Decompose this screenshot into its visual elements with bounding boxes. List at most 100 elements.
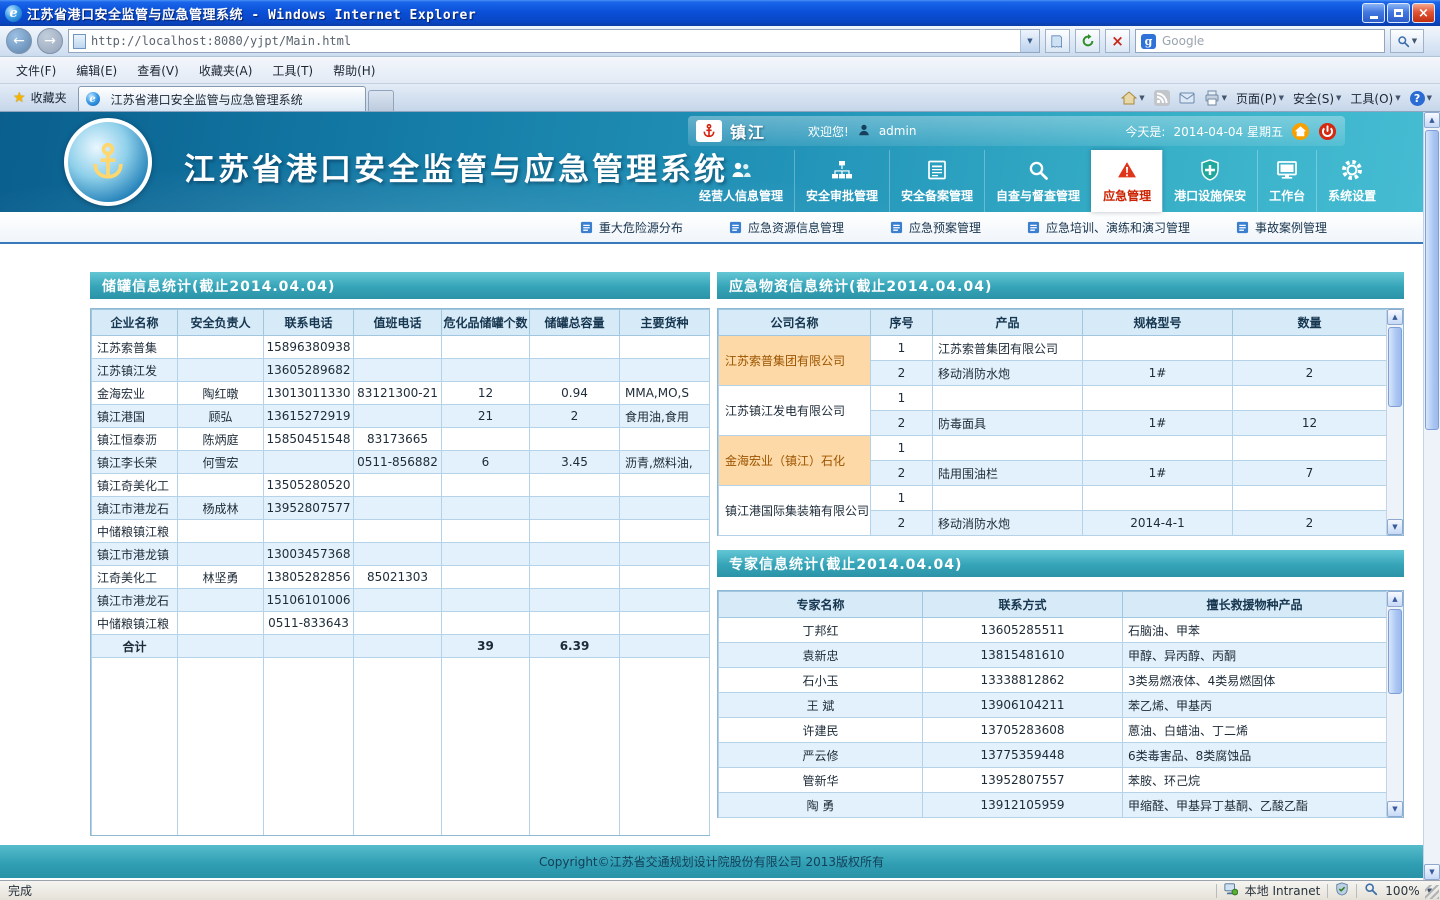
logout-icon[interactable] [1318, 122, 1337, 141]
maximize-button[interactable] [1387, 3, 1410, 23]
print-button[interactable]: ▼ [1204, 90, 1227, 106]
forward-button[interactable]: → [37, 28, 63, 54]
scroll-down-icon[interactable]: ▼ [1424, 864, 1440, 880]
nav-item-label: 自查与督查管理 [996, 187, 1080, 204]
scroll-thumb[interactable] [1388, 327, 1402, 407]
url-text[interactable]: http://localhost:8080/yjpt/Main.html [91, 34, 1020, 48]
table-cell [178, 336, 264, 359]
search-placeholder[interactable]: Google [1162, 34, 1379, 48]
table-cell: 7 [1233, 461, 1387, 486]
nav-item[interactable]: 港口设施保安 [1162, 150, 1257, 212]
nav-item[interactable]: 系统设置 [1316, 150, 1387, 212]
table-cell: 0511-856882 [354, 451, 442, 474]
home-button[interactable]: ▼ [1121, 90, 1144, 106]
menu-item[interactable]: 工具(T) [262, 58, 323, 83]
refresh-button[interactable] [1075, 29, 1100, 53]
table-cell [264, 658, 354, 836]
subnav-item[interactable]: 应急资源信息管理 [729, 219, 844, 236]
url-dropdown-button[interactable]: ▼ [1020, 30, 1039, 52]
tank-table-body: 江苏索普集15896380938江苏镇江发13605289682金海宏业陶红暾1… [92, 336, 710, 836]
page-menu-button[interactable]: 页面(P)▼ [1236, 90, 1284, 107]
resize-grip[interactable] [1425, 885, 1439, 899]
table-cell [530, 336, 620, 359]
browser-window: e 江苏省港口安全监管与应急管理系统 - Windows Internet Ex… [0, 0, 1440, 900]
menu-item[interactable]: 文件(F) [6, 58, 66, 83]
table-cell: 陶红暾 [178, 382, 264, 405]
zoom-level[interactable]: 100% [1385, 884, 1419, 898]
nav-item[interactable]: 安全审批管理 [794, 150, 889, 212]
menu-item[interactable]: 收藏夹(A) [189, 58, 263, 83]
ie-icon: e [5, 5, 22, 22]
table-cell [530, 520, 620, 543]
scroll-up-icon[interactable]: ▲ [1424, 112, 1440, 128]
subnav-item[interactable]: 应急预案管理 [890, 219, 981, 236]
table-cell: 2 [1233, 511, 1387, 536]
nav-item[interactable]: 应急管理 [1091, 150, 1162, 212]
zone-label[interactable]: 本地 Intranet [1245, 882, 1321, 899]
subnav-item[interactable]: 事故案例管理 [1236, 219, 1327, 236]
column-header: 联系电话 [264, 310, 354, 336]
menu-item[interactable]: 编辑(E) [66, 58, 127, 83]
username[interactable]: admin [879, 124, 917, 138]
table-row: 许建民13705283608蒽油、白蜡油、丁二烯 [719, 718, 1387, 743]
table-row: 镇江港国际集装箱有限公司1 [719, 486, 1387, 511]
scroll-thumb[interactable] [1388, 609, 1402, 694]
back-button[interactable]: ← [6, 28, 32, 54]
subnav-item[interactable]: 应急培训、演练和演习管理 [1027, 219, 1190, 236]
subnav-item[interactable]: 重大危险源分布 [580, 219, 683, 236]
column-header: 联系方式 [923, 592, 1123, 618]
new-tab-button[interactable] [368, 90, 394, 111]
scroll-down-icon[interactable]: ▼ [1387, 519, 1403, 535]
subnav-item-label: 应急预案管理 [909, 219, 981, 236]
nav-item[interactable]: 经营人信息管理 [688, 150, 794, 212]
page-content: 江苏省港口安全监管与应急管理系统 镇江 欢迎您! admin 今天是: 2014… [0, 112, 1423, 880]
table-cell: 2014-4-1 [1083, 511, 1233, 536]
column-header: 产品 [933, 310, 1083, 336]
table-cell [354, 612, 442, 635]
supplies-scrollbar[interactable]: ▲ ▼ [1386, 309, 1403, 535]
page-scrollbar[interactable]: ▲ ▼ [1423, 112, 1440, 880]
column-header: 主要货种 [620, 310, 710, 336]
scroll-up-icon[interactable]: ▲ [1387, 309, 1403, 325]
table-cell: 中储粮镇江粮 [92, 612, 178, 635]
minimize-button[interactable] [1362, 3, 1385, 23]
tools-menu-button[interactable]: 工具(O)▼ [1350, 90, 1400, 107]
table-cell: 蒽油、白蜡油、丁二烯 [1123, 718, 1387, 743]
close-button[interactable]: × [1412, 3, 1435, 23]
experts-table-body: 丁邦红13605285511石脑油、甲苯袁新忠13815481610甲醇、异丙醇… [719, 618, 1387, 818]
search-input[interactable]: g Google [1135, 29, 1385, 53]
favorites-button[interactable]: ★ 收藏夹 [4, 84, 76, 111]
url-field[interactable]: http://localhost:8080/yjpt/Main.html ▼ [68, 29, 1040, 53]
table-cell: 1# [1083, 361, 1233, 386]
column-header: 值班电话 [354, 310, 442, 336]
nav-item[interactable]: 自查与督查管理 [984, 150, 1091, 212]
help-button[interactable]: ?▼ [1410, 91, 1432, 106]
table-cell [530, 497, 620, 520]
scroll-thumb[interactable] [1425, 130, 1439, 430]
stop-button[interactable]: × [1105, 29, 1130, 53]
site-title: 江苏省港口安全监管与应急管理系统 [184, 144, 728, 189]
read-mail-button[interactable] [1179, 90, 1195, 106]
table-cell: 防毒面具 [933, 411, 1083, 436]
tab-active[interactable]: e 江苏省港口安全监管与应急管理系统 [78, 86, 366, 111]
table-cell [530, 589, 620, 612]
scroll-up-icon[interactable]: ▲ [1387, 591, 1403, 607]
nav-item-label: 港口设施保安 [1174, 187, 1246, 204]
menu-item[interactable]: 帮助(H) [323, 58, 385, 83]
page-icon [73, 34, 86, 49]
experts-scrollbar[interactable]: ▲ ▼ [1386, 591, 1403, 817]
table-cell: 杨成林 [178, 497, 264, 520]
scroll-down-icon[interactable]: ▼ [1387, 801, 1403, 817]
table-cell [620, 543, 710, 566]
feeds-button[interactable] [1154, 90, 1170, 106]
table-cell: 13815481610 [923, 643, 1123, 668]
search-button[interactable]: ▼ [1390, 29, 1424, 53]
date-label: 今天是: [1125, 123, 1165, 140]
nav-item[interactable]: 安全备案管理 [889, 150, 984, 212]
nav-item[interactable]: 工作台 [1257, 150, 1316, 212]
home-icon[interactable] [1291, 122, 1310, 141]
safety-menu-button[interactable]: 安全(S)▼ [1293, 90, 1341, 107]
menu-item[interactable]: 查看(V) [127, 58, 189, 83]
compatibility-view-button[interactable] [1045, 29, 1070, 53]
table-cell: 2 [871, 361, 933, 386]
